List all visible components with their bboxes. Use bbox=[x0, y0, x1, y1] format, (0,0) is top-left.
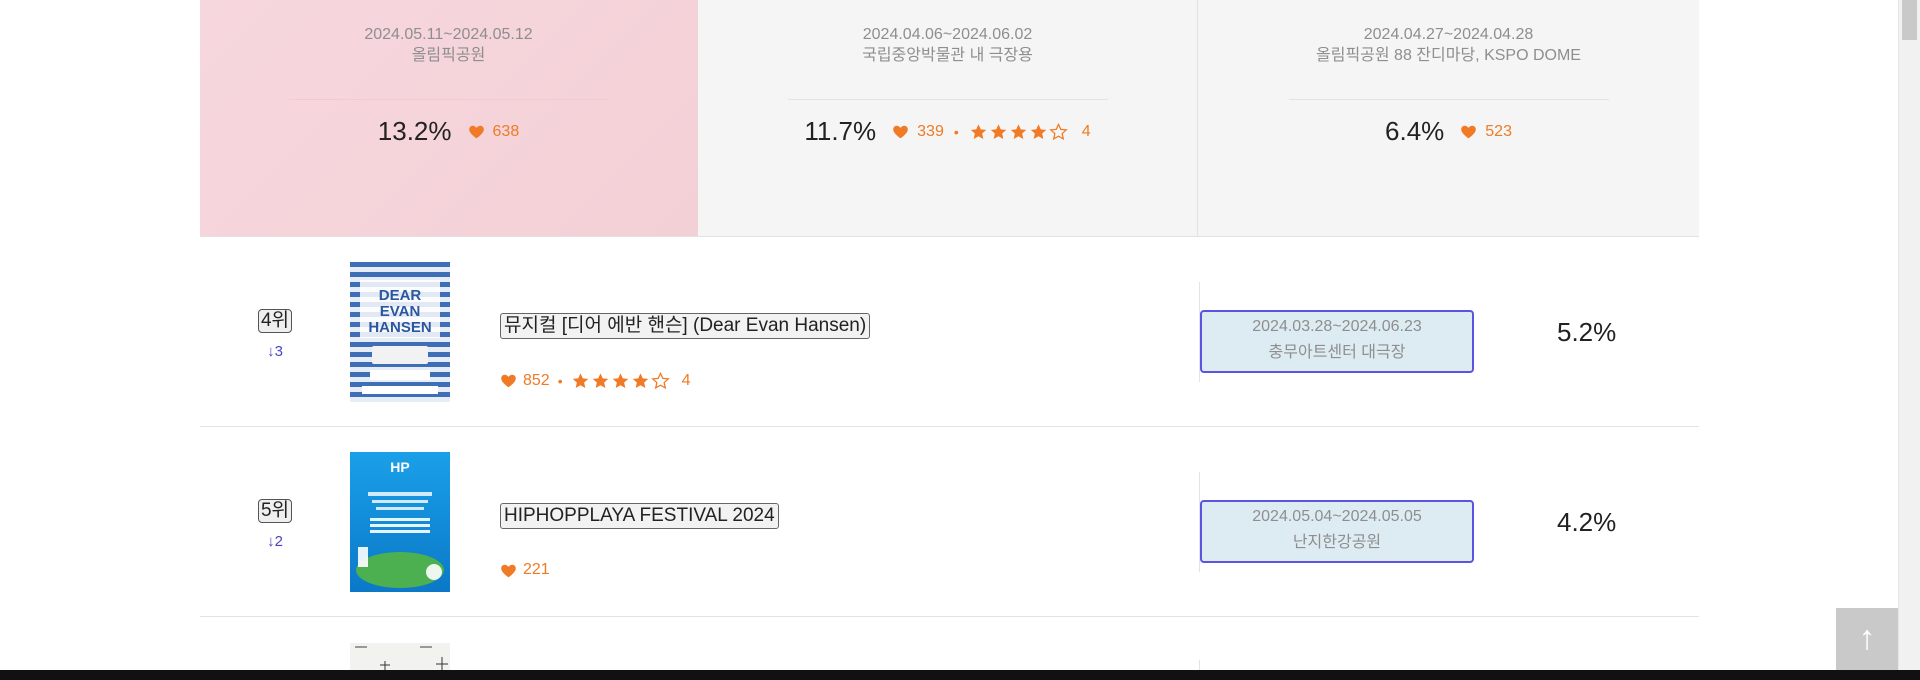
row-date: 2024.05.04~2024.05.05 bbox=[1252, 508, 1422, 525]
row-percent: 4.2% bbox=[1557, 507, 1617, 537]
row-likes: 221 bbox=[523, 561, 550, 578]
row-date: 2024.03.28~2024.06.23 bbox=[1252, 318, 1422, 335]
card-stats: 13.2% 638 bbox=[200, 116, 697, 147]
star-rating bbox=[969, 122, 1068, 141]
card-rating: 4 bbox=[1081, 122, 1091, 140]
rank: 4위 ↓3 bbox=[257, 309, 293, 360]
scrollbar[interactable] bbox=[1898, 0, 1920, 670]
poster-image[interactable] bbox=[350, 643, 450, 670]
card-venue: 올림픽공원 88 잔디마당, KSPO DOME bbox=[1316, 47, 1581, 64]
title-button[interactable]: HIPHOPPLAYA FESTIVAL 2024 bbox=[500, 503, 779, 529]
card-venue: 올림픽공원 bbox=[411, 47, 486, 64]
row-meta: 221 bbox=[500, 561, 550, 579]
scrollbar-thumb[interactable] bbox=[1902, 0, 1917, 40]
star-filled-icon bbox=[572, 373, 588, 388]
heart-icon bbox=[468, 125, 484, 139]
heart-icon bbox=[1461, 125, 1477, 139]
card-divider bbox=[1288, 99, 1609, 100]
scroll-top-button[interactable]: ↑ bbox=[1836, 608, 1898, 670]
poster-hiphopplaya: HP bbox=[350, 452, 450, 592]
star-rating bbox=[571, 371, 670, 390]
card-venue: 국립중앙박물관 내 극장용 bbox=[862, 47, 1033, 64]
title-button[interactable]: 뮤지컬 [디어 에반 핸슨] (Dear Evan Hansen) bbox=[500, 313, 871, 339]
bottom-bar bbox=[0, 670, 1920, 680]
row-meta: 852 • 4 bbox=[500, 371, 691, 390]
rank: 5위 ↓2 bbox=[257, 499, 293, 550]
card-divider bbox=[288, 99, 609, 100]
poster-text: HP bbox=[390, 459, 409, 475]
heart-icon bbox=[501, 374, 516, 388]
heart-icon bbox=[893, 125, 908, 139]
rank-change: ↓2 bbox=[267, 533, 283, 550]
heart-icon bbox=[501, 564, 516, 577]
star-empty-icon bbox=[1048, 122, 1068, 141]
poster-text: DEAR bbox=[379, 287, 422, 304]
card-percent: 6.4% bbox=[1385, 116, 1445, 146]
card-stats: 6.4% 523 bbox=[1198, 116, 1699, 147]
page-area: 2024.05.11~2024.05.12 올림픽공원 13.2% 638 20… bbox=[0, 0, 1898, 670]
card-divider bbox=[787, 99, 1108, 100]
row-venue: 난지한강공원 bbox=[1292, 534, 1382, 551]
star-filled-icon bbox=[592, 373, 608, 388]
row-rating: 4 bbox=[681, 371, 691, 389]
row-percent: 5.2% bbox=[1557, 317, 1617, 347]
star-filled-icon bbox=[970, 124, 987, 139]
column-divider bbox=[1199, 660, 1200, 670]
star-filled-icon bbox=[990, 124, 1007, 139]
card-likes: 339 bbox=[917, 122, 944, 140]
ranking-card-2[interactable]: 2024.04.06~2024.06.02 국립중앙박물관 내 극장용 11.7… bbox=[698, 0, 1198, 236]
card-percent: 13.2% bbox=[377, 116, 452, 146]
star-filled-icon bbox=[1030, 124, 1047, 139]
card-likes: 638 bbox=[492, 122, 520, 140]
poster-image[interactable]: DEAR EVAN HANSEN bbox=[350, 262, 450, 402]
card-percent: 11.7% bbox=[804, 116, 877, 146]
separator-dot: • bbox=[557, 372, 563, 389]
star-empty-icon bbox=[650, 371, 670, 390]
ranking-card-3[interactable]: 2024.04.27~2024.04.28 올림픽공원 88 잔디마당, KSP… bbox=[1198, 0, 1699, 236]
rank-label: 5위 bbox=[257, 499, 293, 523]
star-filled-icon bbox=[632, 373, 648, 388]
date-venue-box[interactable]: 2024.03.28~2024.06.23 충무아트센터 대극장 bbox=[1200, 310, 1474, 373]
card-date: 2024.04.06~2024.06.02 bbox=[862, 26, 1033, 43]
row-likes: 852 bbox=[523, 371, 550, 389]
ranking-card-1[interactable]: 2024.05.11~2024.05.12 올림픽공원 13.2% 638 bbox=[200, 0, 698, 236]
poster-text: EVAN bbox=[380, 303, 421, 320]
poster-partial bbox=[350, 643, 450, 670]
row-venue: 충무아트센터 대극장 bbox=[1268, 344, 1406, 361]
poster-text: HANSEN bbox=[368, 319, 431, 336]
ranking-row[interactable]: 5위 ↓2 HP HIPHOPPLAYA FESTIVAL 2024 221 2… bbox=[200, 427, 1699, 617]
separator-dot: • bbox=[953, 123, 959, 140]
star-filled-icon bbox=[1010, 124, 1027, 139]
card-stats: 11.7% 339 • 4 bbox=[698, 116, 1197, 147]
card-date: 2024.05.11~2024.05.12 bbox=[364, 26, 533, 43]
ranking-row[interactable]: 4위 ↓3 DEAR EVAN HANSEN 뮤지컬 [디어 에반 핸슨] (D… bbox=[200, 237, 1699, 427]
card-date: 2024.04.27~2024.04.28 bbox=[1363, 26, 1534, 43]
card-likes: 523 bbox=[1485, 122, 1512, 140]
rank-label: 4위 bbox=[257, 309, 293, 333]
poster-image[interactable]: HP bbox=[350, 452, 450, 592]
date-venue-box[interactable]: 2024.05.04~2024.05.05 난지한강공원 bbox=[1200, 500, 1474, 563]
poster-dear-evan-hansen: DEAR EVAN HANSEN bbox=[350, 262, 450, 402]
rank-change: ↓3 bbox=[267, 343, 283, 360]
star-filled-icon bbox=[612, 373, 628, 388]
